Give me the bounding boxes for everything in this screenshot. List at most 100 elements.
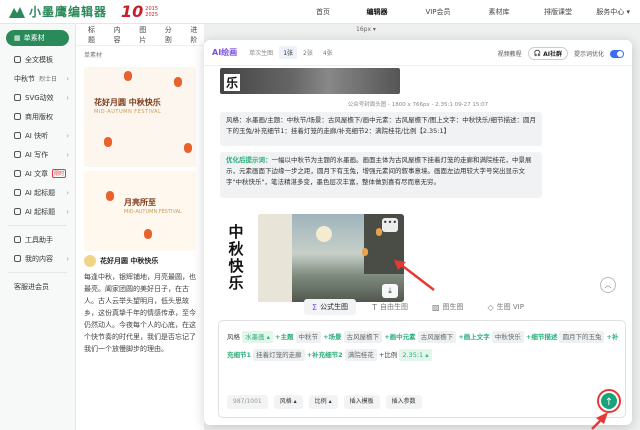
lantern-icon	[106, 191, 114, 201]
logo[interactable]: 小墨鹰编辑器	[8, 3, 107, 20]
chevron-right-icon: ›	[66, 188, 69, 197]
divider	[8, 225, 67, 226]
image-count-selector: 1张 2张 4张	[279, 46, 336, 59]
sidebar-item-ai-title[interactable]: AI 起标题 ›	[0, 183, 75, 202]
formula-value-text[interactable]: 中秋快乐	[491, 331, 524, 343]
formula-key: +主题	[275, 333, 294, 341]
tab-content[interactable]: 内容	[114, 25, 128, 45]
more-options-button[interactable]: •••	[382, 218, 398, 232]
service-center-menu[interactable]: 服务中心 ▾	[596, 7, 630, 17]
divider	[8, 272, 67, 273]
top-nav: 首页 编辑器 VIP会员 素材库 排版课堂	[300, 0, 586, 24]
prompt-optimize-toggle[interactable]	[610, 49, 624, 58]
single-material-label: 单素材	[23, 34, 45, 42]
ratio-button[interactable]: 比例 ▴	[308, 395, 338, 409]
nav-vip[interactable]: VIP会员	[408, 7, 468, 17]
lantern-icon	[104, 137, 112, 147]
generation-mode-tabs: Σ 公式生图 T 自由生图 ▨ 图生图 ◇ 生图 VIP	[204, 296, 632, 318]
tab-image-to-image[interactable]: ▨ 图生图	[424, 299, 472, 315]
count-option-4[interactable]: 4张	[319, 46, 337, 59]
tab-advanced[interactable]: 进阶	[190, 25, 204, 45]
tab-image[interactable]: 图片	[139, 25, 153, 45]
nav-editor[interactable]: 编辑器	[346, 7, 408, 17]
nav-home[interactable]: 首页	[300, 7, 346, 17]
formula-value-theme[interactable]: 中秋节	[295, 331, 322, 343]
tab-formula[interactable]: Σ 公式生图	[304, 299, 357, 315]
count-option-1[interactable]: 1张	[279, 46, 298, 59]
tab-divider[interactable]: 分割	[165, 25, 179, 45]
formula-value-detail2[interactable]: 满院桂花	[344, 349, 377, 361]
previous-generated-image[interactable]: 乐	[220, 68, 400, 94]
style-button[interactable]: 风格 ▴	[273, 395, 303, 409]
formula-value-element[interactable]: 古风屋檐下	[417, 331, 457, 343]
tab-label: 生图 VIP	[496, 303, 524, 311]
article-material[interactable]: 花好月圆 中秋快乐 每逢中秋，银辉铺地，月亮最圆，也最亮。阖家团圆的美好日子，在…	[84, 255, 196, 355]
sidebar-item-label: 中秋节	[14, 74, 35, 83]
sidebar-item-extra: 烈士日	[39, 76, 58, 83]
sidebar-item-my-content[interactable]: 我的内容 ›	[0, 249, 75, 268]
sidebar-item-ai-write[interactable]: AI 写作 ›	[0, 145, 75, 164]
article-header: 花好月圆 中秋快乐	[84, 255, 196, 267]
chevron-right-icon: ›	[66, 131, 69, 140]
prompt-text: 风格：水墨画/主题：中秋节/场景：古风屋檐下/画中元素：古风屋檐下/图上文字：中…	[220, 112, 542, 146]
tab-vip[interactable]: ◇ 生图 VIP	[480, 299, 532, 315]
sigma-icon: Σ	[312, 302, 318, 312]
optimized-prompt: 优化后提示词：一幅以中秋节为主题的水墨画。画面主体为古风屋檐下挂着灯笼的走廊和满…	[220, 152, 542, 198]
sidebar-item-ai-article[interactable]: AI 文章 限时	[0, 164, 75, 183]
template-icon	[14, 56, 21, 63]
ai-group-button[interactable]: 🎧 AI社群	[527, 47, 568, 60]
formula-value-detail[interactable]: 圆月下的玉兔	[559, 331, 605, 343]
sidebar-item-label: 我的内容	[25, 254, 53, 263]
sidebar-item-ai-listen[interactable]: AI 快听 ›	[0, 126, 75, 145]
formula-tags: 风格 水墨画 ▴ +主题 中秋节 +场景 古风屋檐下 +画中元素 古风屋檐下 +…	[227, 328, 619, 364]
font-size-select[interactable]: 16px ▾	[356, 26, 376, 33]
sidebar-item-copyright[interactable]: 商用版权	[0, 107, 75, 126]
scroll-up-button[interactable]: ︿	[600, 277, 616, 293]
calligraphy-char: 乐	[228, 274, 244, 292]
material-card[interactable]: 花好月圆 中秋快乐 MID-AUTUMN FESTIVAL	[84, 67, 196, 167]
formula-value-detail1[interactable]: 挂着灯笼的走廊	[253, 349, 305, 361]
formula-value-style[interactable]: 水墨画 ▴	[242, 331, 273, 343]
chevron-right-icon: ›	[66, 150, 69, 159]
image-caption: 公众号封面头图 - 1800 x 766px - 2.35:1 09-27 15…	[347, 102, 489, 108]
formula-key: +场景	[323, 333, 342, 341]
formula-key: +画中元素	[384, 333, 416, 341]
input-toolbar: 987/1001 风格 ▴ 比例 ▴ 插入模板 插入参数	[227, 395, 422, 409]
single-material-button[interactable]: ▦ 单素材	[6, 30, 69, 46]
formula-input-area[interactable]: 风格 水墨画 ▴ +主题 中秋节 +场景 古风屋檐下 +画中元素 古风屋檐下 +…	[218, 320, 626, 418]
ai-icon	[14, 132, 21, 139]
article-icon	[14, 170, 21, 177]
chevron-right-icon: ›	[66, 207, 69, 216]
nav-course[interactable]: 排版课堂	[530, 7, 586, 17]
sidebar-item-svg[interactable]: SVG动效 ›	[0, 88, 75, 107]
optimized-prompt-text: 一幅以中秋节为主题的水墨画。画面主体为古风屋檐下挂着灯笼的走廊和满院桂花，中景展…	[226, 156, 532, 186]
red-arrow-annotation	[394, 260, 435, 291]
count-option-2[interactable]: 2张	[299, 46, 317, 59]
formula-value-ratio[interactable]: 2.35:1 ▴	[399, 349, 432, 361]
insert-template-button[interactable]: 插入模板	[343, 395, 380, 409]
sidebar-item-midautumn[interactable]: 中秋节 烈士日 ›	[0, 69, 75, 88]
brand-name: 小墨鹰编辑器	[29, 5, 108, 19]
send-button[interactable]: ↑	[597, 389, 621, 413]
video-tutorial-link[interactable]: 视频教程	[498, 49, 522, 58]
formula-value-scene[interactable]: 古风屋檐下	[343, 331, 383, 343]
card-title: 花好月圆 中秋快乐	[94, 98, 161, 107]
prompt-optimize-label: 提示词优化	[573, 51, 604, 58]
sidebar-footer-link[interactable]: 客服进会员	[0, 277, 75, 296]
tab-title[interactable]: 标题	[88, 25, 102, 45]
sidebar-item-ai-title-2[interactable]: AI 起标题 ›	[0, 202, 75, 221]
lantern-icon	[184, 143, 192, 153]
copyright-icon	[14, 113, 21, 120]
sidebar-item-template[interactable]: 全文模板	[0, 50, 75, 69]
insert-parameter-button[interactable]: 插入参数	[385, 395, 422, 409]
article-text: 每逢中秋，银辉铺地，月亮最圆，也最亮。阖家团圆的美好日子，在古人。古人云举头望明…	[84, 273, 196, 353]
svg-icon	[14, 94, 21, 101]
nav-materials[interactable]: 素材库	[468, 7, 530, 17]
image-icon: ▨	[431, 302, 440, 312]
material-card[interactable]: 月亮所至 MID-AUTUMN FESTIVAL	[84, 171, 196, 251]
ai-group-label: AI社群	[543, 51, 562, 58]
tab-free[interactable]: T 自由生图	[364, 299, 416, 315]
anniversary-number: 10	[121, 2, 144, 21]
generated-image[interactable]: ••• ⤓	[258, 214, 404, 302]
sidebar-item-tools[interactable]: 工具助手	[0, 230, 75, 249]
